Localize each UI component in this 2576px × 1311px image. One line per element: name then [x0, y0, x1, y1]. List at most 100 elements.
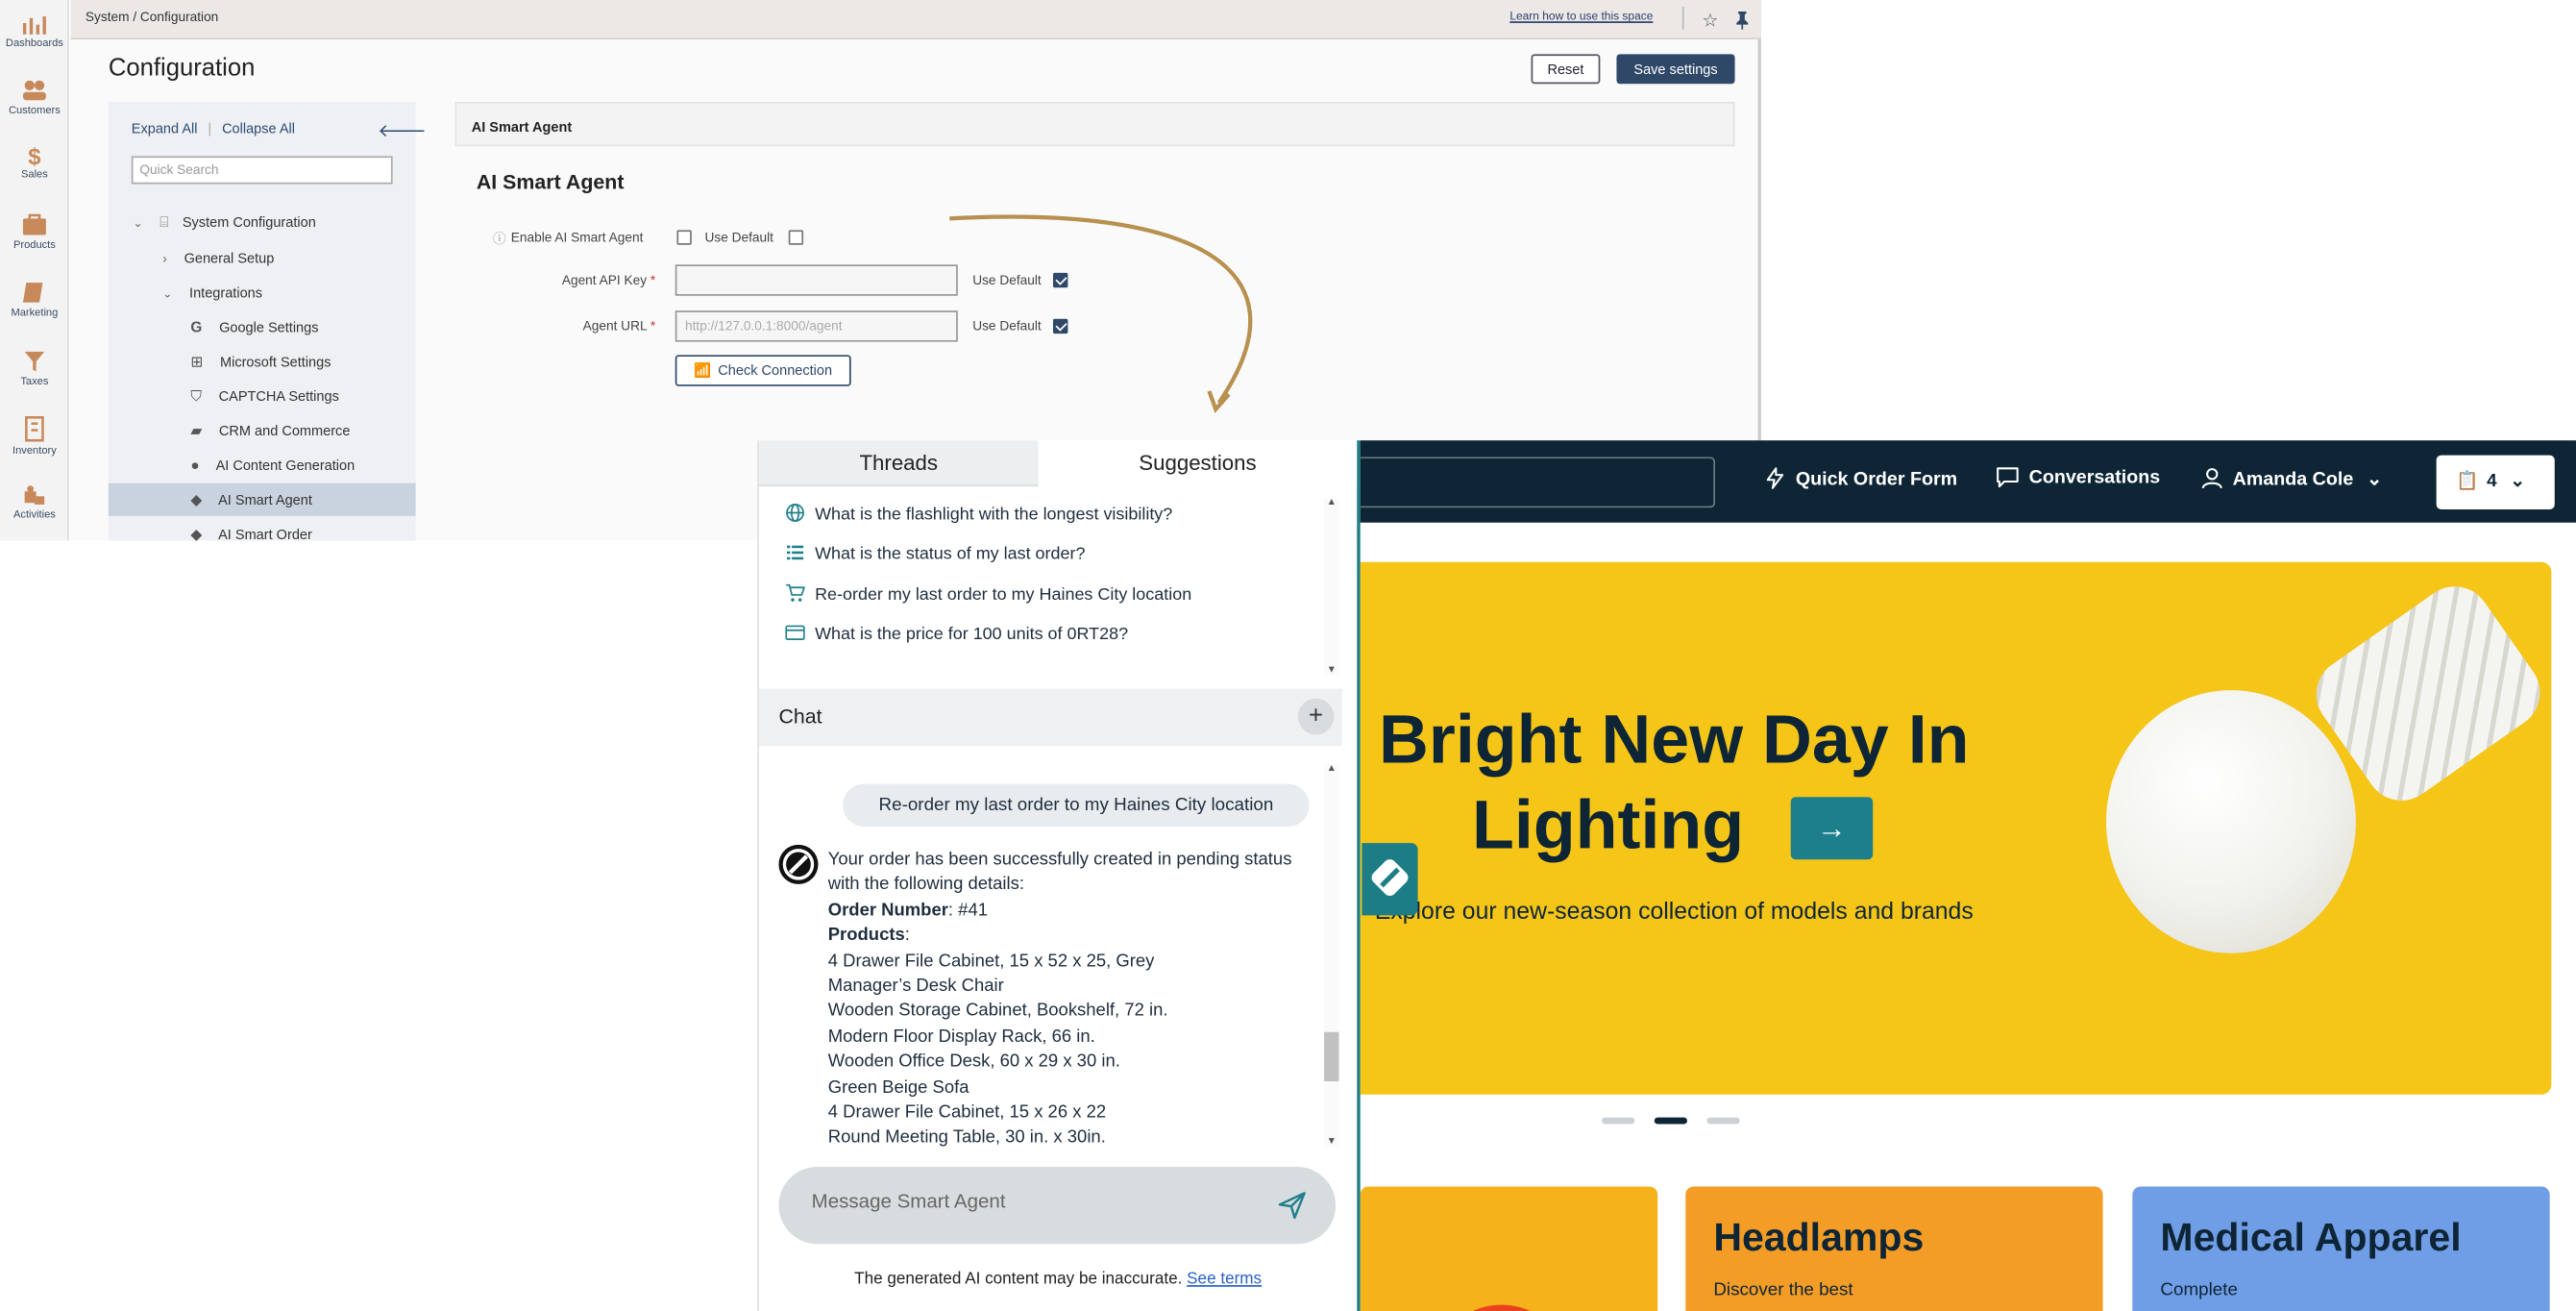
card-title: Headlamps: [1713, 1216, 1925, 1261]
puzzle-icon: [24, 485, 45, 505]
tree-node-label: Google Settings: [219, 318, 319, 335]
nav-sales[interactable]: $ Sales: [0, 144, 69, 181]
smart-agent-launcher[interactable]: [1362, 843, 1418, 916]
carousel-dot-1[interactable]: [1602, 1117, 1635, 1125]
collapse-all-link[interactable]: Collapse All: [222, 120, 295, 136]
suggestion-item[interactable]: What is the status of my last order?: [785, 542, 1085, 563]
nav-customers[interactable]: Customers: [0, 79, 69, 116]
conversations-link[interactable]: Conversations: [1996, 467, 2160, 488]
collapse-sidebar-icon[interactable]: 🡐: [378, 118, 426, 142]
cart-button[interactable]: 📋 4 ⌄: [2436, 455, 2555, 510]
tab-threads[interactable]: Threads: [758, 440, 1039, 487]
message-placeholder: Message Smart Agent: [811, 1189, 1006, 1213]
user-icon: [2201, 468, 2222, 489]
comment-icon: ●: [190, 457, 200, 474]
user-menu[interactable]: Amanda Cole ⌄: [2201, 467, 2382, 490]
tree-node-label: AI Smart Order: [218, 526, 312, 543]
nav-taxes[interactable]: Taxes: [0, 350, 69, 388]
star-icon[interactable]: ☆: [1702, 10, 1718, 32]
drive-icon: ⌸: [159, 213, 169, 231]
chat-bubble-icon: [1997, 467, 2019, 488]
ai-disclaimer: The generated AI content may be inaccura…: [759, 1271, 1357, 1289]
tree-node-integrations[interactable]: ⌄ Integrations: [162, 284, 262, 301]
page-title: Configuration: [108, 54, 256, 83]
tree-node-ai-smart-order[interactable]: ◆ AI Smart Order: [190, 526, 311, 544]
scroll-thumb[interactable]: [1324, 1031, 1339, 1082]
agent-api-key-input[interactable]: [675, 264, 958, 296]
hero-title-line2-text: Lighting: [1471, 785, 1745, 863]
category-card-headlamps[interactable]: Headlamps Discover the best: [1685, 1186, 2103, 1311]
robot-icon: ◆: [190, 491, 203, 508]
tree-node-general-setup[interactable]: › General Setup: [162, 250, 274, 266]
conversations-label: Conversations: [2028, 468, 2161, 488]
suggestion-text: What is the status of my last order?: [815, 543, 1086, 564]
pin-icon[interactable]: [1735, 9, 1750, 38]
chevron-down-icon: ⌄: [2366, 470, 2383, 490]
product-line: Round Meeting Table, 30 in. x 30in.: [827, 1127, 1106, 1149]
tree-node-crm-and-commerce[interactable]: ▰ CRM and Commerce: [190, 422, 350, 440]
category-card-medical-apparel[interactable]: Medical Apparel Complete: [2132, 1186, 2550, 1311]
box-icon: [22, 213, 46, 235]
hero-title-line1: Bright New Day In: [1379, 700, 1970, 778]
tree-node-google-settings[interactable]: G Google Settings: [190, 319, 318, 335]
tree-node-label: System Configuration: [182, 213, 316, 231]
breadcrumb: System / Configuration: [85, 10, 219, 25]
tree-node-ai-smart-agent[interactable]: ◆ AI Smart Agent: [108, 482, 416, 516]
suggestion-item[interactable]: What is the flashlight with the longest …: [785, 503, 1172, 524]
nav-products[interactable]: Products: [0, 213, 69, 252]
api-key-label: Agent API Key *: [514, 273, 655, 287]
expand-all-link[interactable]: Expand All: [132, 120, 198, 136]
enable-agent-checkbox[interactable]: [676, 230, 692, 245]
suggestion-item[interactable]: Re-order my last order to my Haines City…: [785, 583, 1191, 605]
tab-suggestions[interactable]: Suggestions: [1038, 440, 1358, 487]
product-line: 4 Drawer File Cabinet, 15 x 26 x 22: [827, 1102, 1107, 1123]
tree-node-ai-content-generation[interactable]: ● AI Content Generation: [190, 457, 355, 473]
nav-dashboards[interactable]: Dashboards: [0, 14, 69, 49]
tree-node-microsoft-settings[interactable]: ⊞ Microsoft Settings: [190, 354, 331, 372]
category-card[interactable]: [1360, 1186, 1658, 1311]
order-number-value: : #41: [947, 900, 988, 921]
tree-node-system-configuration[interactable]: ⌄ ⌸ System Configuration: [133, 213, 315, 232]
hero-arrow-button[interactable]: →: [1790, 797, 1874, 860]
nav-marketing[interactable]: Marketing: [0, 281, 69, 319]
suggestions-scrollbar[interactable]: ▲ ▼: [1324, 498, 1339, 676]
quick-order-link[interactable]: Quick Order Form: [1764, 467, 1957, 490]
reset-button[interactable]: Reset: [1531, 54, 1601, 85]
store-search-input[interactable]: [1360, 457, 1716, 508]
section-title: AI Smart Agent: [476, 170, 625, 194]
tree-node-label: CRM and Commerce: [218, 422, 351, 439]
enable-agent-label: Enable AI Smart Agent: [510, 230, 644, 245]
clipboard-icon: 📋: [2456, 471, 2479, 492]
enable-use-default-checkbox[interactable]: [788, 230, 804, 245]
chat-scrollbar[interactable]: ▲ ▼: [1324, 764, 1339, 1148]
agent-logo-icon: [782, 849, 815, 880]
wifi-icon: 📶: [694, 361, 712, 379]
suggestion-item[interactable]: What is the price for 100 units of 0RT28…: [785, 623, 1128, 644]
quick-order-label: Quick Order Form: [1795, 470, 1958, 490]
api-key-label-text: Agent API Key: [561, 272, 648, 288]
carousel-dot-2[interactable]: [1654, 1117, 1687, 1125]
product-line: Manager’s Desk Chair: [827, 976, 1004, 997]
check-connection-button[interactable]: 📶 Check Connection: [675, 355, 851, 386]
learn-link[interactable]: Learn how to use this space: [1509, 12, 1653, 23]
nav-sales-label: Sales: [20, 169, 48, 182]
nav-inventory[interactable]: Inventory: [0, 416, 69, 457]
nav-marketing-label: Marketing: [11, 307, 59, 319]
panel-breadcrumb: AI Smart Agent: [471, 118, 573, 136]
nav-activities[interactable]: Activities: [0, 483, 69, 521]
send-icon[interactable]: [1278, 1192, 1306, 1228]
agent-url-label-text: Agent URL: [582, 318, 648, 334]
agent-url-input[interactable]: http://127.0.0.1:8000/agent: [675, 310, 958, 342]
config-tree: Expand All | Collapse All 🡐 Quick Search…: [108, 102, 427, 544]
tree-node-captcha-settings[interactable]: ⛉ CAPTCHA Settings: [190, 388, 339, 407]
agent-message: Your order has been successfully created…: [828, 848, 1321, 1151]
bar-chart-icon: [22, 16, 46, 35]
save-settings-button[interactable]: Save settings: [1616, 54, 1735, 85]
quick-search-input[interactable]: Quick Search: [131, 156, 393, 185]
puzzle-icon: ◆: [190, 526, 203, 543]
new-chat-button[interactable]: +: [1297, 698, 1335, 735]
carousel-dot-3[interactable]: [1706, 1117, 1740, 1125]
scroll-down-icon: ▼: [1326, 665, 1337, 676]
see-terms-link[interactable]: See terms: [1187, 1271, 1262, 1289]
funnel-icon: [24, 351, 45, 372]
